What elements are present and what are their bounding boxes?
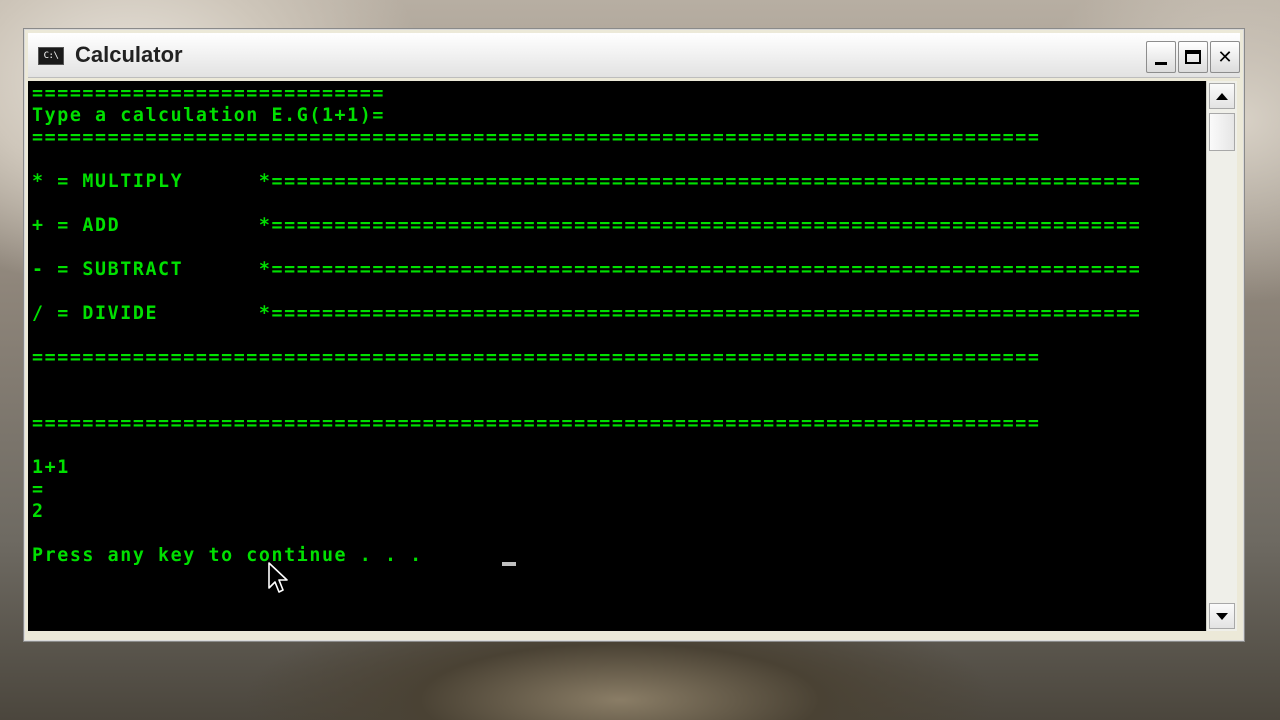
scroll-up-button[interactable] xyxy=(1209,83,1235,109)
minimize-button[interactable] xyxy=(1146,41,1176,73)
console-line-add: + = ADD *===============================… xyxy=(32,215,1142,236)
close-button[interactable]: ✕ xyxy=(1210,41,1240,73)
console-window: C:\ Calculator ✕ =======================… xyxy=(23,28,1245,642)
minimize-icon xyxy=(1155,61,1167,65)
close-icon: ✕ xyxy=(1217,46,1233,68)
console-continue-prompt: Press any key to continue . . . xyxy=(32,545,436,566)
console-line: ============================ xyxy=(32,83,385,104)
console-line-multiply: * = MULTIPLY *==========================… xyxy=(32,171,1142,192)
scroll-down-button[interactable] xyxy=(1209,603,1235,629)
window-title: Calculator xyxy=(75,42,183,67)
console-equals: = xyxy=(32,479,45,500)
console-line-subtract: - = SUBTRACT *==========================… xyxy=(32,259,1142,280)
console-line: ========================================… xyxy=(32,413,1041,434)
text-cursor xyxy=(502,562,516,566)
console-line: ========================================… xyxy=(32,127,1041,148)
console-prompt-line: Type a calculation E.G(1+1)= xyxy=(32,105,385,126)
scroll-up-arrow-icon xyxy=(1216,92,1228,100)
vertical-scrollbar[interactable] xyxy=(1206,81,1237,631)
scroll-down-arrow-icon xyxy=(1216,612,1228,620)
scrollbar-thumb[interactable] xyxy=(1209,113,1235,151)
mouse-pointer-icon xyxy=(268,562,290,600)
maximize-button[interactable] xyxy=(1178,41,1208,73)
title-bar[interactable]: C:\ Calculator ✕ xyxy=(28,33,1240,78)
console-app-icon[interactable]: C:\ xyxy=(38,47,64,65)
console-output[interactable]: ============================ Type a calc… xyxy=(28,81,1206,631)
console-input-expression: 1+1 xyxy=(32,457,70,478)
maximize-icon xyxy=(1185,50,1201,64)
console-result: 2 xyxy=(32,501,45,522)
console-line: ========================================… xyxy=(32,347,1041,368)
console-line-divide: / = DIVIDE *============================… xyxy=(32,303,1142,324)
